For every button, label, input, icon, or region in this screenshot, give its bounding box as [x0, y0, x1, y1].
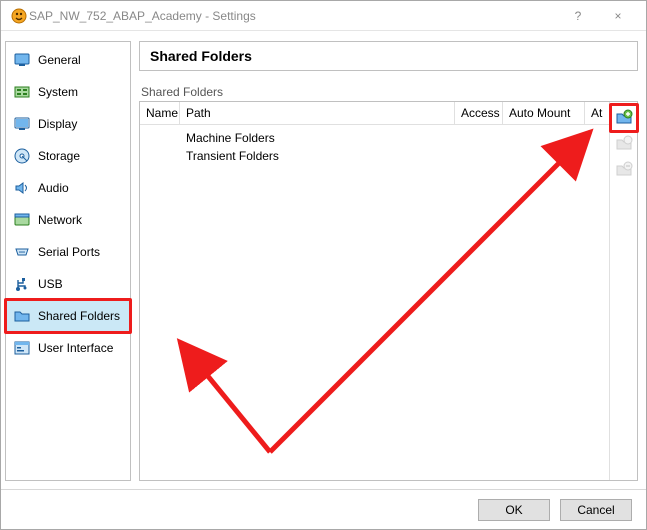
- usb-icon: [12, 274, 32, 294]
- shared-folders-icon: [12, 306, 32, 326]
- user-interface-icon: [12, 338, 32, 358]
- sidebar-item-label: Shared Folders: [38, 309, 120, 323]
- sidebar-item-label: System: [38, 85, 78, 99]
- sidebar-item-usb[interactable]: USB: [6, 268, 130, 300]
- sidebar-item-serial-ports[interactable]: Serial Ports: [6, 236, 130, 268]
- network-icon: [12, 210, 32, 230]
- sidebar-item-label: User Interface: [38, 341, 113, 355]
- sidebar-item-label: Display: [38, 117, 77, 131]
- section-title: Shared Folders: [139, 41, 638, 71]
- toolbar: [609, 102, 637, 480]
- sidebar-item-label: Serial Ports: [38, 245, 100, 259]
- sidebar-item-general[interactable]: General: [6, 44, 130, 76]
- edit-folder-button: [614, 134, 634, 154]
- general-icon: [12, 50, 32, 70]
- main-panel: Shared Folders Shared Folders Name Path …: [139, 41, 638, 481]
- col-access[interactable]: Access: [455, 102, 503, 124]
- sidebar-item-label: Audio: [38, 181, 69, 195]
- sidebar-item-user-interface[interactable]: User Interface: [6, 332, 130, 364]
- ok-button[interactable]: OK: [478, 499, 550, 521]
- settings-window: SAP_NW_752_ABAP_Academy - Settings ? × G…: [0, 0, 647, 530]
- col-auto-mount[interactable]: Auto Mount: [503, 102, 585, 124]
- help-button[interactable]: ?: [558, 9, 598, 23]
- folder-tree[interactable]: Name Path Access Auto Mount At Machine F…: [140, 102, 609, 480]
- tree-body: Machine Folders Transient Folders: [140, 125, 609, 165]
- close-button[interactable]: ×: [598, 9, 638, 23]
- sidebar-item-audio[interactable]: Audio: [6, 172, 130, 204]
- body: General System Display Storage Audio Net…: [1, 31, 646, 489]
- serial-ports-icon: [12, 242, 32, 262]
- sidebar-item-label: Storage: [38, 149, 80, 163]
- audio-icon: [12, 178, 32, 198]
- col-name[interactable]: Name: [140, 102, 180, 124]
- sidebar-item-shared-folders[interactable]: Shared Folders: [6, 300, 130, 332]
- titlebar: SAP_NW_752_ABAP_Academy - Settings ? ×: [1, 1, 646, 31]
- tree-group-machine[interactable]: Machine Folders: [186, 129, 609, 147]
- tree-group-transient[interactable]: Transient Folders: [186, 147, 609, 165]
- col-at[interactable]: At: [585, 102, 609, 124]
- col-path[interactable]: Path: [180, 102, 455, 124]
- window-title: SAP_NW_752_ABAP_Academy - Settings: [29, 9, 558, 23]
- storage-icon: [12, 146, 32, 166]
- sidebar-item-label: General: [38, 53, 81, 67]
- sidebar: General System Display Storage Audio Net…: [5, 41, 131, 481]
- add-folder-button[interactable]: [614, 108, 634, 128]
- sidebar-item-label: Network: [38, 213, 82, 227]
- sidebar-item-storage[interactable]: Storage: [6, 140, 130, 172]
- sidebar-item-display[interactable]: Display: [6, 108, 130, 140]
- sidebar-item-system[interactable]: System: [6, 76, 130, 108]
- column-headers: Name Path Access Auto Mount At: [140, 102, 609, 125]
- sidebar-item-label: USB: [38, 277, 63, 291]
- footer: OK Cancel: [1, 489, 646, 529]
- remove-folder-button: [614, 160, 634, 180]
- system-icon: [12, 82, 32, 102]
- sidebar-item-network[interactable]: Network: [6, 204, 130, 236]
- app-icon: [9, 6, 29, 26]
- shared-folders-list: Name Path Access Auto Mount At Machine F…: [139, 101, 638, 481]
- group-label: Shared Folders: [139, 85, 638, 99]
- cancel-button[interactable]: Cancel: [560, 499, 632, 521]
- display-icon: [12, 114, 32, 134]
